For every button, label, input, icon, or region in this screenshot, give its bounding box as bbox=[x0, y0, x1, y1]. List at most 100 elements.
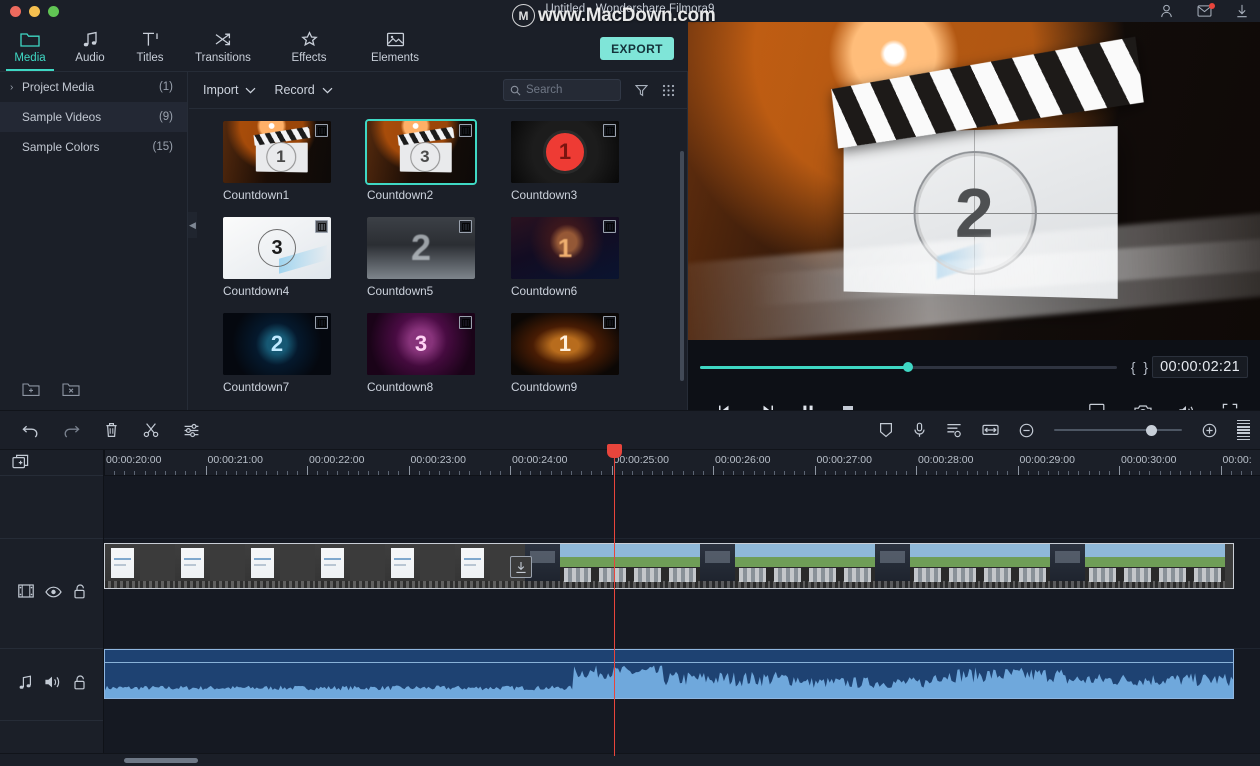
media-item-countdown1[interactable]: 1 Countdown1 bbox=[223, 121, 331, 202]
timeline-zoom-slider[interactable] bbox=[1054, 423, 1182, 437]
zoom-in-icon[interactable] bbox=[1202, 423, 1217, 438]
ruler-tick-minor bbox=[1048, 471, 1049, 475]
countdown-ring: 2 bbox=[914, 149, 1037, 276]
unlock-icon[interactable] bbox=[73, 675, 86, 695]
tab-audio[interactable]: Audio bbox=[60, 22, 120, 71]
record-button[interactable]: Record bbox=[274, 83, 350, 97]
audio-clip[interactable] bbox=[104, 649, 1234, 699]
sidebar-item-sample-videos[interactable]: Sample Videos (9) bbox=[0, 102, 187, 132]
search-box[interactable] bbox=[503, 79, 621, 101]
download-icon[interactable] bbox=[1236, 4, 1248, 18]
ruler-tick-major bbox=[206, 466, 207, 475]
ruler-tick-minor bbox=[693, 471, 694, 475]
media-item-countdown2[interactable]: 3 Countdown2 bbox=[367, 121, 475, 202]
filmora-window: Untitled - Wondershare Filmora9 M www.Ma… bbox=[0, 0, 1260, 766]
panel-collapse-handle[interactable]: ◀ bbox=[188, 212, 197, 238]
tab-effects[interactable]: Effects bbox=[266, 22, 352, 71]
unlock-icon[interactable] bbox=[73, 584, 86, 604]
minimize-button[interactable] bbox=[29, 6, 40, 17]
ruler-tick-major bbox=[815, 466, 816, 475]
track-header-video[interactable] bbox=[0, 539, 103, 649]
sidebar-item-project-media[interactable]: › Project Media (1) bbox=[0, 72, 187, 102]
mark-in-button[interactable]: { bbox=[1127, 359, 1140, 375]
media-item-countdown9[interactable]: 1 Countdown9 bbox=[511, 313, 619, 394]
ruler-tick-minor bbox=[175, 471, 176, 475]
preview-frame-number: 2 bbox=[955, 178, 994, 248]
timeline-track-video[interactable] bbox=[104, 539, 1260, 649]
media-item-countdown7[interactable]: 2 Countdown7 bbox=[223, 313, 331, 394]
ruler-tick-minor bbox=[1089, 471, 1090, 475]
audio-mixer-icon[interactable] bbox=[946, 422, 962, 438]
tab-elements[interactable]: Elements bbox=[352, 22, 438, 71]
undo-icon[interactable] bbox=[22, 423, 39, 438]
fit-timeline-icon[interactable] bbox=[982, 423, 999, 437]
sidebar-item-label: Project Media bbox=[22, 80, 159, 94]
ruler-label: 00:00:20:00 bbox=[106, 454, 161, 466]
tab-titles[interactable]: Titles bbox=[120, 22, 180, 71]
tab-media[interactable]: Media bbox=[0, 22, 60, 71]
tab-transitions[interactable]: Transitions bbox=[180, 22, 266, 71]
zoom-slider-knob[interactable] bbox=[1146, 425, 1157, 436]
ruler-tick-minor bbox=[926, 471, 927, 475]
preview-video[interactable]: 2 bbox=[688, 22, 1260, 340]
mark-out-button[interactable]: } bbox=[1139, 359, 1152, 375]
ruler-tick-major bbox=[1119, 466, 1120, 475]
preview-scrubber[interactable] bbox=[700, 366, 1117, 369]
marker-icon[interactable] bbox=[879, 422, 893, 438]
timeline-ruler[interactable]: 00:00:20:0000:00:21:0000:00:22:0000:00:2… bbox=[104, 450, 1260, 476]
mail-icon[interactable] bbox=[1197, 5, 1212, 17]
render-preview-icon[interactable] bbox=[1237, 420, 1250, 441]
traffic-lights bbox=[0, 6, 59, 17]
track-header-empty bbox=[0, 476, 103, 539]
import-button[interactable]: Import bbox=[203, 83, 274, 97]
add-track-icon[interactable] bbox=[0, 450, 103, 476]
speaker-icon[interactable] bbox=[44, 675, 62, 694]
filter-icon[interactable] bbox=[635, 84, 648, 97]
new-folder-icon[interactable] bbox=[22, 382, 40, 402]
ruler-tick-minor bbox=[764, 471, 765, 475]
timeline-track-empty[interactable] bbox=[104, 476, 1260, 539]
chevron-down-icon bbox=[322, 83, 333, 97]
close-button[interactable] bbox=[10, 6, 21, 17]
media-item-countdown6[interactable]: 1 Countdown6 bbox=[511, 217, 619, 298]
ruler-tick-minor bbox=[1170, 471, 1171, 475]
media-item-countdown5[interactable]: 2 Countdown5 bbox=[367, 217, 475, 298]
media-item-countdown8[interactable]: 3 Countdown8 bbox=[367, 313, 475, 394]
media-grid-scrollbar[interactable] bbox=[680, 151, 684, 381]
timeline-hscrollbar[interactable] bbox=[0, 753, 1260, 766]
ruler-tick-minor bbox=[490, 471, 491, 475]
music-note-icon bbox=[18, 675, 33, 695]
sidebar-item-sample-colors[interactable]: Sample Colors (15) bbox=[0, 132, 187, 162]
adjust-icon[interactable] bbox=[183, 423, 200, 438]
grid-view-icon[interactable] bbox=[662, 84, 675, 97]
delete-folder-icon[interactable] bbox=[62, 382, 80, 402]
microphone-icon[interactable] bbox=[913, 422, 926, 438]
media-item-label: Countdown6 bbox=[511, 284, 619, 298]
filmstrip-frame bbox=[1190, 544, 1225, 588]
timeline-hscrollbar-thumb[interactable] bbox=[124, 758, 198, 763]
delete-icon[interactable] bbox=[104, 422, 119, 438]
tab-audio-label: Audio bbox=[75, 52, 104, 64]
export-button[interactable]: EXPORT bbox=[600, 37, 674, 60]
ruler-tick-minor bbox=[145, 471, 146, 475]
preview-timecode[interactable]: 00:00:02:21 bbox=[1152, 356, 1248, 378]
media-item-countdown3[interactable]: 1 Countdown3 bbox=[511, 121, 619, 202]
account-icon[interactable] bbox=[1160, 4, 1173, 18]
media-item-countdown4[interactable]: 3 Countdown4 bbox=[223, 217, 331, 298]
search-input[interactable] bbox=[526, 84, 614, 96]
scrubber-knob[interactable] bbox=[903, 362, 913, 372]
redo-icon[interactable] bbox=[63, 423, 80, 438]
media-thumbnail: 1 bbox=[511, 217, 619, 279]
timeline-track-audio[interactable] bbox=[104, 649, 1260, 721]
ruler-tick-minor bbox=[226, 471, 227, 475]
preview-panel: 2 { } 00:00:02:21 bbox=[688, 22, 1260, 410]
ruler-tick-minor bbox=[601, 471, 602, 475]
track-header-audio[interactable] bbox=[0, 649, 103, 721]
video-clip[interactable] bbox=[104, 543, 1234, 589]
video-type-icon bbox=[315, 124, 328, 137]
zoom-out-icon[interactable] bbox=[1019, 423, 1034, 438]
split-icon[interactable] bbox=[143, 422, 159, 438]
eye-icon[interactable] bbox=[45, 585, 62, 603]
ruler-tick-minor bbox=[277, 471, 278, 475]
maximize-button[interactable] bbox=[48, 6, 59, 17]
